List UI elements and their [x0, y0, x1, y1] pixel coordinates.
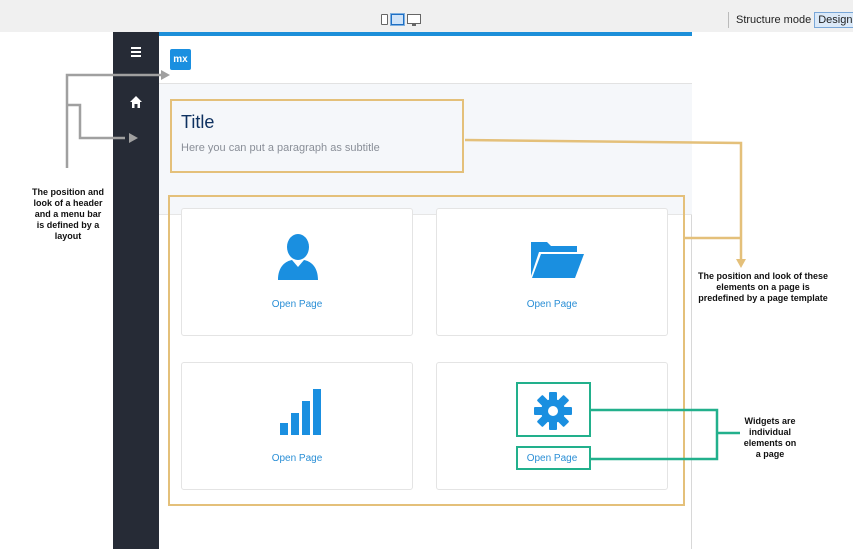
- device-switcher: [381, 12, 421, 26]
- mode-switcher: Structure mode Design mod: [728, 11, 853, 29]
- widgets-annotation: Widgets are individual elements on a pag…: [743, 416, 797, 459]
- open-page-link[interactable]: Open Page: [437, 299, 667, 310]
- folder-icon: [531, 242, 584, 278]
- design-mode-button[interactable]: Design mod: [814, 12, 853, 28]
- layout-annotation: The position and look of a header and a …: [32, 187, 104, 241]
- open-page-link[interactable]: Open Page: [182, 453, 412, 464]
- template-outline-title: [170, 99, 464, 173]
- home-icon[interactable]: [113, 95, 159, 114]
- card-user[interactable]: Open Page: [181, 208, 413, 336]
- divider: [728, 12, 729, 28]
- template-annotation: The position and look of these elements …: [698, 271, 829, 303]
- tablet-view-icon[interactable]: [391, 13, 404, 25]
- page-title: Title: [181, 112, 215, 132]
- desktop-view-icon[interactable]: [407, 14, 421, 26]
- hamburger-menu-icon[interactable]: [113, 45, 159, 59]
- user-icon: [278, 234, 318, 280]
- mendix-logo[interactable]: mx: [170, 49, 191, 70]
- card-folder[interactable]: Open Page: [436, 208, 668, 336]
- phone-view-icon[interactable]: [381, 13, 388, 25]
- page-canvas: mx Title Here you can put a paragraph as…: [159, 32, 692, 549]
- page-header: mx: [159, 36, 692, 84]
- signal-bars-icon: [280, 389, 321, 435]
- page-subtitle: Here you can put a paragraph as subtitle: [181, 142, 380, 154]
- widget-outline-label: [516, 446, 591, 470]
- widget-outline-icon: [516, 382, 591, 437]
- structure-mode-button[interactable]: Structure mode: [733, 13, 814, 27]
- open-page-link[interactable]: Open Page: [182, 299, 412, 310]
- top-toolbar: Structure mode Design mod: [0, 0, 853, 32]
- card-analytics[interactable]: Open Page: [181, 362, 413, 490]
- sidebar-menu: [113, 32, 159, 549]
